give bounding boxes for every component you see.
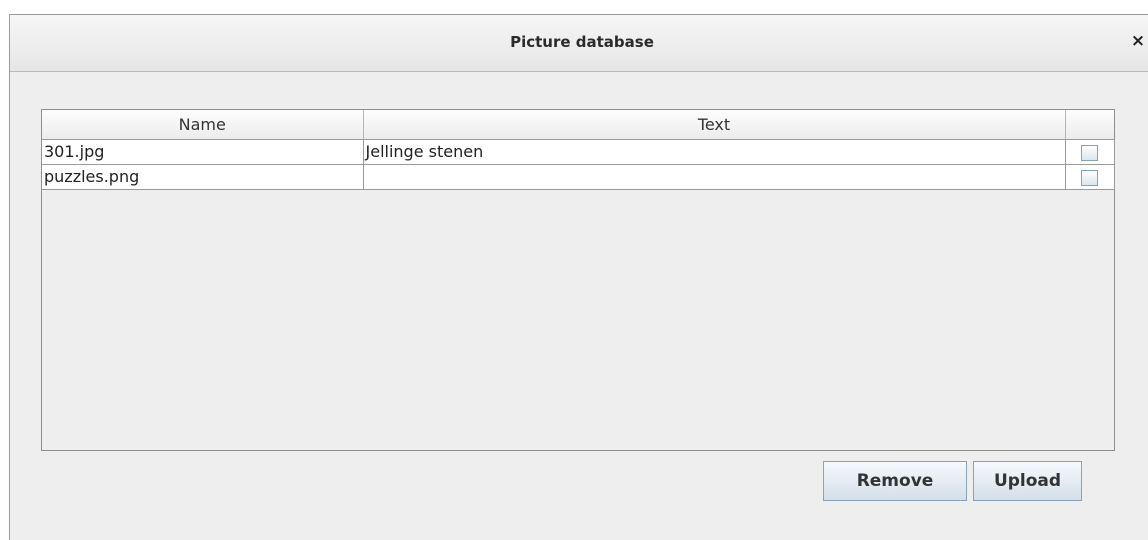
column-header-select[interactable] [1065, 110, 1115, 140]
remove-button[interactable]: Remove [823, 461, 967, 501]
dialog-title: Picture database [510, 33, 654, 51]
table-row[interactable]: puzzles.png [42, 164, 1115, 190]
title-bar[interactable]: Picture database × [10, 15, 1148, 72]
row-checkbox[interactable] [1081, 144, 1098, 161]
column-header-name[interactable]: Name [42, 110, 364, 140]
text-cell[interactable] [363, 164, 1066, 190]
name-cell[interactable]: puzzles.png [42, 164, 364, 190]
picture-table: Name Text 301.jpg Jellinge stenen puzzle… [41, 109, 1115, 451]
select-cell[interactable] [1065, 164, 1115, 190]
text-cell[interactable]: Jellinge stenen [363, 139, 1066, 165]
name-cell[interactable]: 301.jpg [42, 139, 364, 165]
picture-database-dialog: Picture database × Name Text 301.jpg Jel… [9, 14, 1148, 540]
upload-button[interactable]: Upload [973, 461, 1082, 501]
table-row[interactable]: 301.jpg Jellinge stenen [42, 139, 1115, 165]
column-header-text[interactable]: Text [363, 110, 1066, 140]
select-cell[interactable] [1065, 139, 1115, 165]
close-icon[interactable]: × [1128, 30, 1148, 52]
row-checkbox[interactable] [1081, 169, 1098, 186]
table-header: Name Text [42, 110, 1115, 140]
